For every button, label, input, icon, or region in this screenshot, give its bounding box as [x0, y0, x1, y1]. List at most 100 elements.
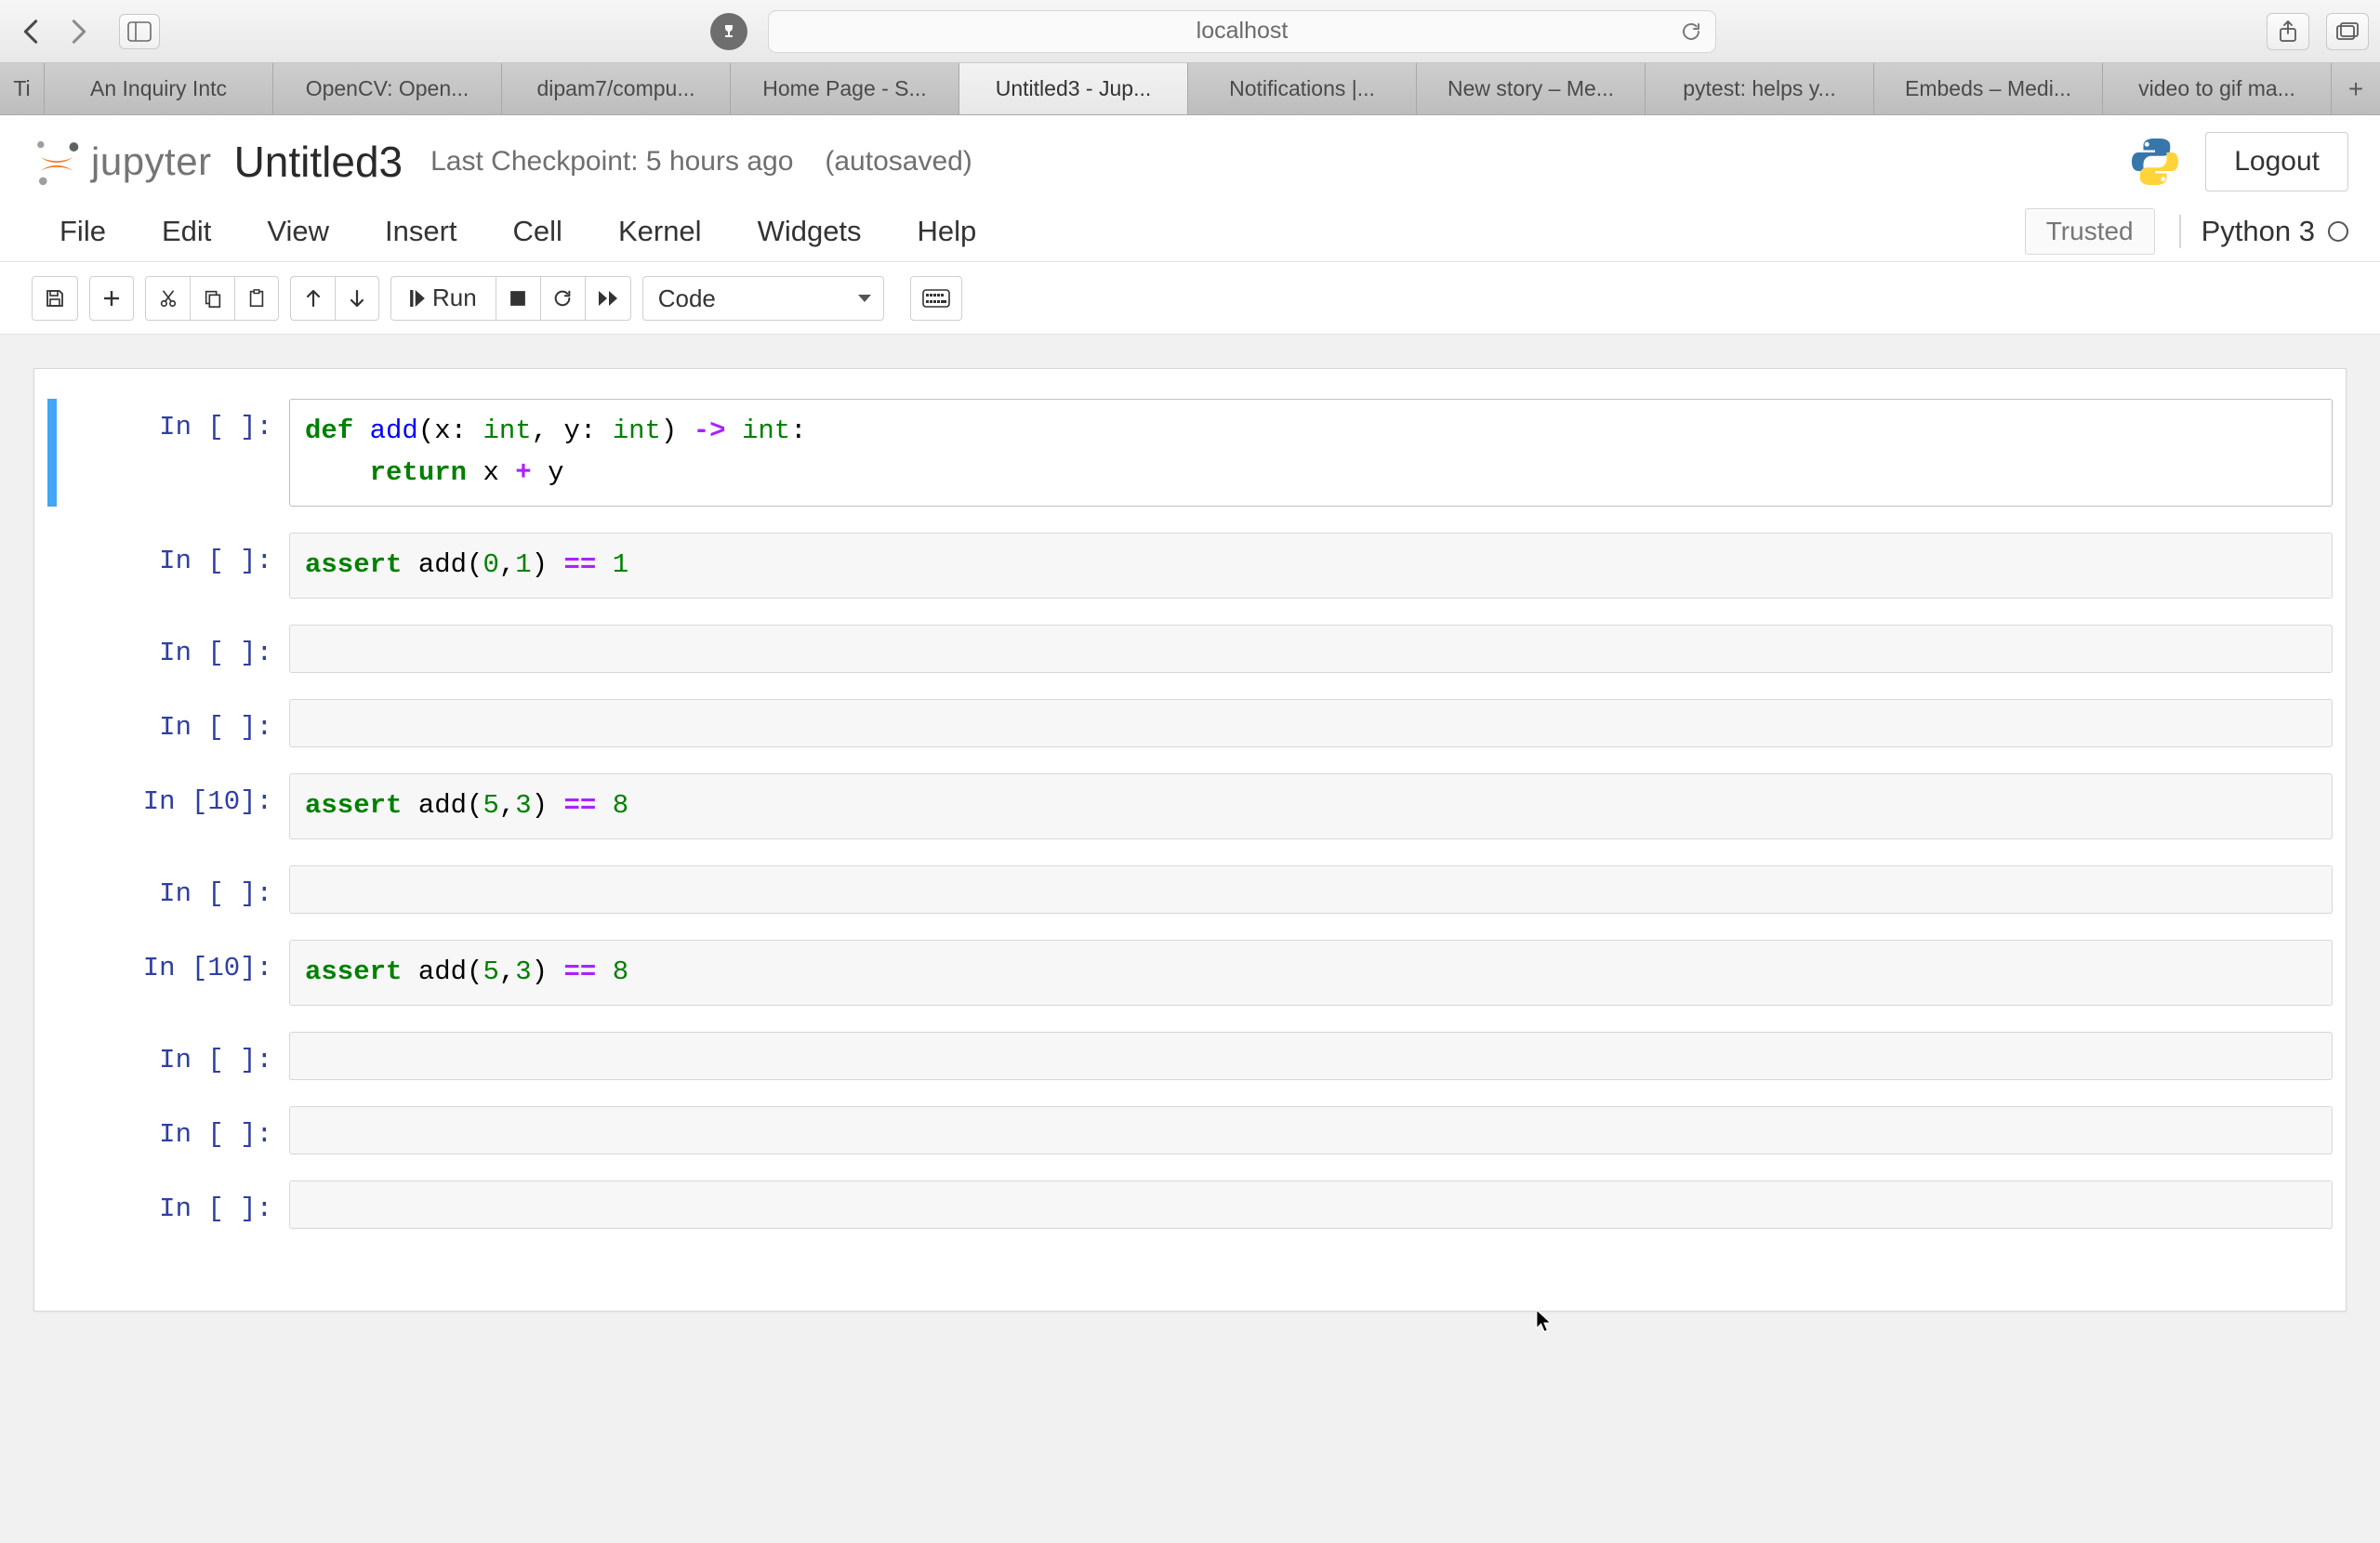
- cell-prompt: In [ ]:: [57, 699, 289, 747]
- cell-input[interactable]: [289, 865, 2333, 914]
- cell-input[interactable]: assert add(5,3) == 8: [289, 773, 2333, 839]
- share-button[interactable]: [2267, 13, 2309, 50]
- command-palette-button[interactable]: [910, 276, 962, 321]
- cell-gutter: [47, 1032, 57, 1080]
- cell-prompt: In [ ]:: [57, 533, 289, 599]
- new-tab-button[interactable]: +: [2332, 63, 2380, 114]
- trusted-indicator[interactable]: Trusted: [2025, 208, 2155, 255]
- cell-input[interactable]: [289, 625, 2333, 673]
- browser-tab[interactable]: pytest: helps y...: [1646, 63, 1874, 114]
- code-cell[interactable]: In [ ]:: [47, 865, 2333, 914]
- reader-mode-button[interactable]: [710, 13, 747, 50]
- back-button[interactable]: [11, 12, 50, 51]
- cell-prompt: In [ ]:: [57, 1180, 289, 1229]
- cell-gutter: [47, 1180, 57, 1229]
- notebook-header: jupyter Untitled3 Last Checkpoint: 5 hou…: [0, 115, 2380, 201]
- kernel-indicator[interactable]: Python 3: [2179, 215, 2348, 248]
- code-cell[interactable]: In [10]:assert add(5,3) == 8: [47, 773, 2333, 839]
- cell-gutter: [47, 940, 57, 1006]
- cell-gutter: [47, 399, 57, 507]
- cell-input[interactable]: assert add(0,1) == 1: [289, 533, 2333, 599]
- cell-prompt: In [10]:: [57, 940, 289, 1006]
- cell-input[interactable]: [289, 1106, 2333, 1154]
- browser-tab[interactable]: dipam7/compu...: [502, 63, 731, 114]
- cell-gutter: [47, 699, 57, 747]
- cell-prompt: In [ ]:: [57, 1106, 289, 1154]
- menu-edit[interactable]: Edit: [134, 204, 239, 259]
- paste-button[interactable]: [234, 276, 279, 321]
- play-icon: [410, 290, 425, 307]
- run-button-label: Run: [432, 284, 477, 312]
- cell-gutter: [47, 1106, 57, 1154]
- browser-tab[interactable]: video to gif ma...: [2103, 63, 2332, 114]
- notebook-container: In [ ]:def add(x: int, y: int) -> int: r…: [0, 335, 2380, 1543]
- forward-button[interactable]: [60, 12, 99, 51]
- browser-tab[interactable]: Notifications |...: [1188, 63, 1417, 114]
- cell-prompt: In [ ]:: [57, 1032, 289, 1080]
- code-cell[interactable]: In [ ]:: [47, 625, 2333, 673]
- browser-tab[interactable]: Home Page - S...: [731, 63, 959, 114]
- menu-cell[interactable]: Cell: [485, 204, 590, 259]
- browser-tab[interactable]: An Inquiry Intc: [45, 63, 273, 114]
- sidebar-toggle-button[interactable]: [119, 14, 160, 49]
- jupyter-logo-text: jupyter: [91, 139, 212, 184]
- insert-cell-below-button[interactable]: [89, 276, 134, 321]
- move-cell-up-button[interactable]: [290, 276, 335, 321]
- notebook-title[interactable]: Untitled3: [234, 137, 403, 187]
- code-cell[interactable]: In [ ]:: [47, 1106, 2333, 1154]
- browser-tab-strip: TiAn Inquiry IntcOpenCV: Open...dipam7/c…: [0, 63, 2380, 115]
- reload-button[interactable]: [1680, 20, 1702, 43]
- menu-help[interactable]: Help: [890, 204, 1005, 259]
- code-cell[interactable]: In [ ]:: [47, 1180, 2333, 1229]
- jupyter-logo[interactable]: jupyter: [32, 137, 212, 187]
- cell-input[interactable]: [289, 699, 2333, 747]
- checkpoint-text: Last Checkpoint: 5 hours ago: [430, 146, 793, 178]
- code-cell[interactable]: In [ ]:assert add(0,1) == 1: [47, 533, 2333, 599]
- tabs-overview-button[interactable]: [2326, 13, 2369, 50]
- code-cell[interactable]: In [ ]:: [47, 699, 2333, 747]
- restart-kernel-button[interactable]: [540, 276, 585, 321]
- address-bar[interactable]: localhost: [768, 10, 1716, 53]
- code-cell[interactable]: In [10]:assert add(5,3) == 8: [47, 940, 2333, 1006]
- menu-file[interactable]: File: [32, 204, 134, 259]
- cell-input[interactable]: assert add(5,3) == 8: [289, 940, 2333, 1006]
- move-cell-down-button[interactable]: [335, 276, 379, 321]
- restart-run-all-button[interactable]: [585, 276, 631, 321]
- autosave-text: (autosaved): [825, 146, 972, 178]
- cut-button[interactable]: [145, 276, 190, 321]
- cell-gutter: [47, 773, 57, 839]
- copy-button[interactable]: [190, 276, 234, 321]
- browser-tab[interactable]: Embeds – Medi...: [1874, 63, 2103, 114]
- cell-input[interactable]: [289, 1180, 2333, 1229]
- toolbar: Run Code: [0, 262, 2380, 335]
- code-cell[interactable]: In [ ]:: [47, 1032, 2333, 1080]
- url-text: localhost: [1197, 18, 1289, 45]
- browser-toolbar: localhost: [0, 0, 2380, 63]
- kernel-name-text: Python 3: [2202, 215, 2315, 248]
- menu-kernel[interactable]: Kernel: [590, 204, 730, 259]
- code-cell[interactable]: In [ ]:def add(x: int, y: int) -> int: r…: [47, 399, 2333, 507]
- menu-view[interactable]: View: [239, 204, 357, 259]
- browser-tab[interactable]: OpenCV: Open...: [273, 63, 502, 114]
- cell-gutter: [47, 625, 57, 673]
- cell-type-select[interactable]: Code: [642, 276, 884, 321]
- cell-prompt: In [ ]:: [57, 399, 289, 507]
- menu-bar: FileEditViewInsertCellKernelWidgetsHelp …: [0, 201, 2380, 262]
- logout-button[interactable]: Logout: [2205, 132, 2348, 191]
- cell-prompt: In [ ]:: [57, 865, 289, 914]
- notebook-cells: In [ ]:def add(x: int, y: int) -> int: r…: [33, 368, 2347, 1312]
- browser-tab[interactable]: New story – Me...: [1417, 63, 1646, 114]
- save-button[interactable]: [32, 276, 78, 321]
- cell-prompt: In [ ]:: [57, 625, 289, 673]
- interrupt-kernel-button[interactable]: [496, 276, 540, 321]
- cell-input[interactable]: [289, 1032, 2333, 1080]
- kernel-logo-icon: [2127, 134, 2183, 190]
- browser-tab[interactable]: Ti: [0, 63, 45, 114]
- menu-insert[interactable]: Insert: [357, 204, 485, 259]
- kernel-status-icon: [2328, 221, 2348, 242]
- menu-widgets[interactable]: Widgets: [730, 204, 890, 259]
- cell-gutter: [47, 533, 57, 599]
- cell-input[interactable]: def add(x: int, y: int) -> int: return x…: [289, 399, 2333, 507]
- browser-tab[interactable]: Untitled3 - Jup...: [959, 63, 1188, 114]
- run-button[interactable]: Run: [390, 276, 496, 321]
